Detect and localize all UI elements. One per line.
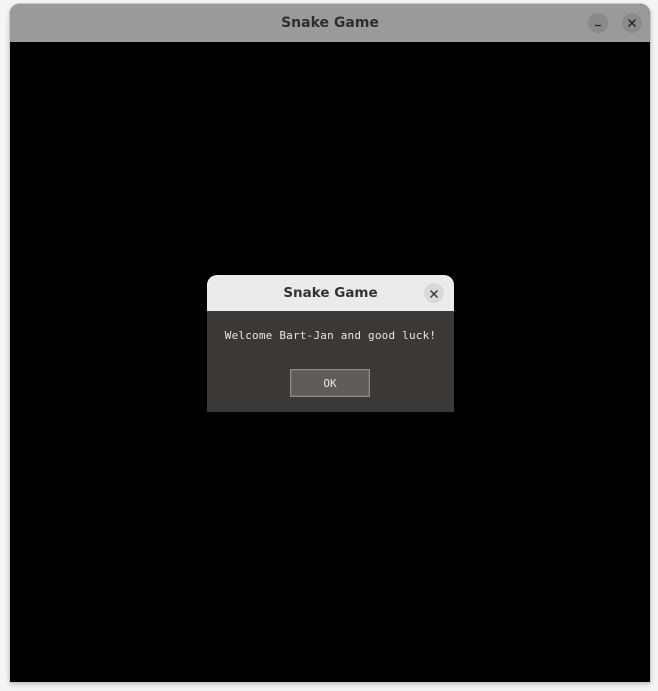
- dialog-header[interactable]: Snake Game: [207, 275, 454, 311]
- close-icon: [627, 18, 637, 28]
- minimize-icon: [593, 18, 603, 28]
- close-icon: [429, 284, 439, 303]
- window-titlebar[interactable]: Snake Game: [10, 4, 650, 42]
- welcome-dialog: Snake Game Welcome Bart-Jan and good luc…: [207, 275, 454, 412]
- window-close-button[interactable]: [622, 13, 642, 33]
- dialog-title: Snake Game: [283, 285, 378, 301]
- window-title: Snake Game: [281, 15, 379, 31]
- dialog-message: Welcome Bart-Jan and good luck!: [224, 329, 437, 342]
- dialog-close-button[interactable]: [424, 283, 444, 303]
- minimize-button[interactable]: [588, 13, 608, 33]
- ok-button[interactable]: OK: [290, 369, 370, 397]
